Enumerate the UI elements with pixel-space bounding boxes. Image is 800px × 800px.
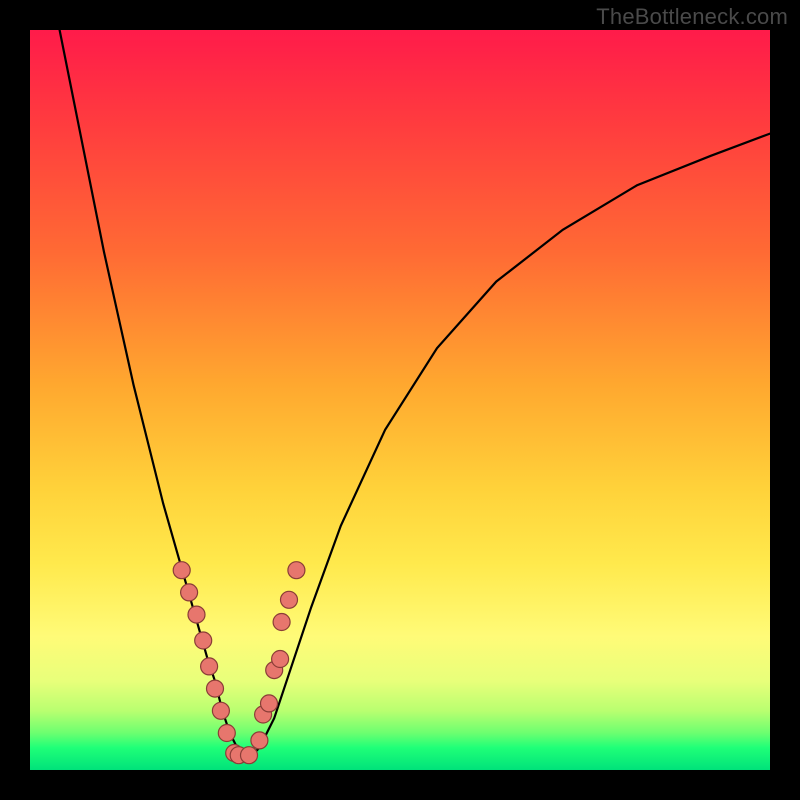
highlight-dot xyxy=(201,658,218,675)
highlight-dot xyxy=(188,606,205,623)
highlight-dot xyxy=(288,562,305,579)
outer-frame: TheBottleneck.com xyxy=(0,0,800,800)
highlight-dot xyxy=(251,732,268,749)
highlight-dot xyxy=(272,651,289,668)
highlight-dot xyxy=(261,695,278,712)
curve-svg xyxy=(30,30,770,770)
highlight-dot xyxy=(212,702,229,719)
highlight-dot xyxy=(195,632,212,649)
highlight-dot xyxy=(173,562,190,579)
bottleneck-curve xyxy=(60,30,770,755)
highlight-dot xyxy=(218,725,235,742)
watermark-text: TheBottleneck.com xyxy=(596,4,788,30)
highlight-dot xyxy=(207,680,224,697)
highlight-dot xyxy=(181,584,198,601)
dot-group xyxy=(173,562,305,764)
highlight-dot xyxy=(281,591,298,608)
plot-area xyxy=(30,30,770,770)
highlight-dot xyxy=(241,747,258,764)
highlight-dot xyxy=(273,614,290,631)
